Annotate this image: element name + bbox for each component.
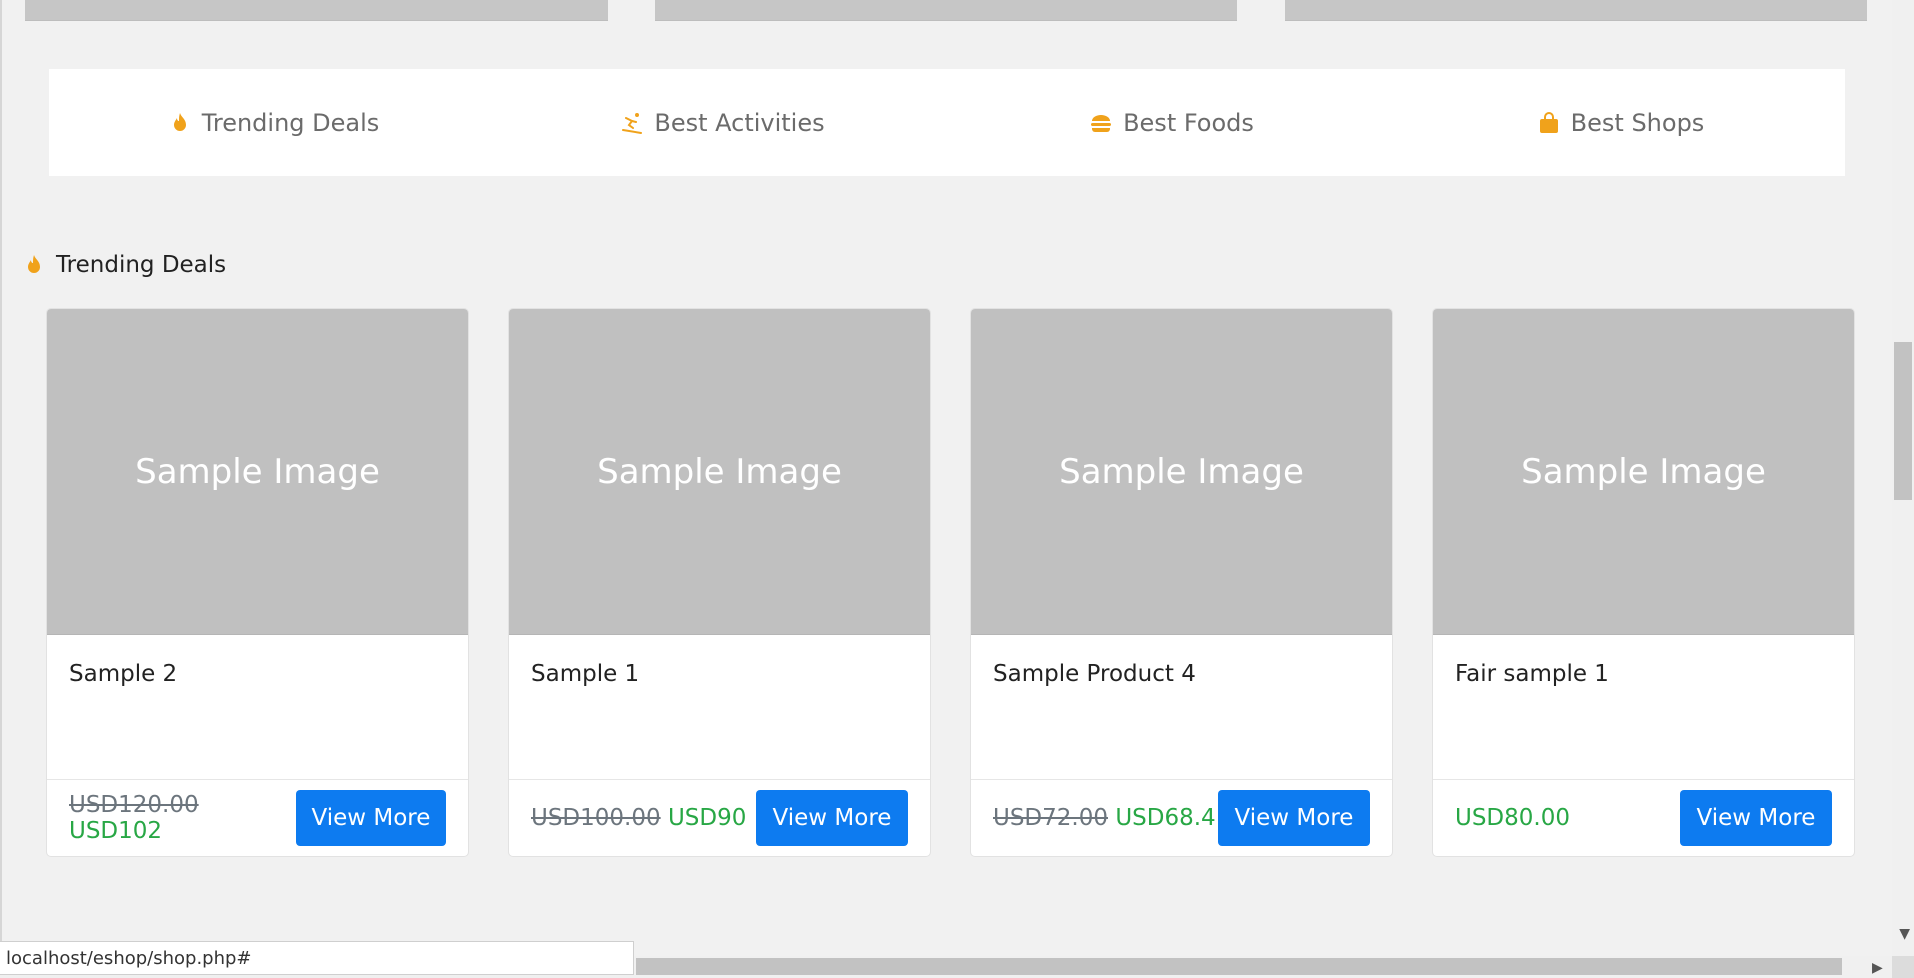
price: USD90 <box>667 805 747 831</box>
burger-icon <box>1091 114 1112 132</box>
view-more-button[interactable]: View More <box>1680 790 1832 846</box>
tab-label: Trending Deals <box>201 108 380 137</box>
product-name: Sample 1 <box>531 661 640 687</box>
product-image-placeholder[interactable]: Sample Image <box>971 309 1392 635</box>
old-price: USD120.00 <box>69 792 199 818</box>
fire-icon <box>173 112 186 131</box>
product-card: Sample Image Fair sample 1 USD80.00 View… <box>1432 308 1855 857</box>
price: USD68.4 <box>1115 805 1216 831</box>
previous-card-bottom <box>1285 0 1867 21</box>
horizontal-scroll-thumb[interactable] <box>636 958 1842 975</box>
view-more-button[interactable]: View More <box>1218 790 1370 846</box>
tab-best-foods[interactable]: Best Foods <box>947 69 1396 176</box>
fire-icon <box>28 255 40 273</box>
vertical-scrollbar[interactable]: ▼ <box>1892 0 1914 958</box>
page-edge <box>0 0 2 978</box>
product-name: Sample Product 4 <box>993 661 1196 687</box>
tab-label: Best Activities <box>654 108 825 137</box>
product-image-placeholder[interactable]: Sample Image <box>1433 309 1854 635</box>
scroll-right-arrow-icon[interactable]: ▶ <box>1872 960 1883 976</box>
tab-label: Best Shops <box>1570 108 1705 137</box>
price: USD80.00 <box>1455 805 1570 831</box>
tab-best-shops[interactable]: Best Shops <box>1396 69 1845 176</box>
tab-label: Best Foods <box>1123 108 1254 137</box>
tab-trending-deals[interactable]: Trending Deals <box>49 69 498 176</box>
status-bar-url: localhost/eshop/shop.php# <box>0 941 634 975</box>
product-image-placeholder[interactable]: Sample Image <box>509 309 930 635</box>
old-price: USD100.00 <box>531 805 661 831</box>
tab-best-activities[interactable]: Best Activities <box>498 69 947 176</box>
product-image-placeholder[interactable]: Sample Image <box>47 309 468 635</box>
product-card: Sample Image Sample Product 4 USD72.00 U… <box>970 308 1393 857</box>
shopping-bag-icon <box>1539 111 1558 133</box>
view-more-button[interactable]: View More <box>756 790 908 846</box>
old-price: USD72.00 <box>993 805 1108 831</box>
price: USD102 <box>69 818 163 844</box>
product-card: Sample Image Sample 2 USD120.00 USD102 V… <box>46 308 469 857</box>
view-more-button[interactable]: View More <box>295 790 446 846</box>
previous-card-bottom <box>25 0 608 21</box>
vertical-scroll-thumb[interactable] <box>1894 342 1912 500</box>
skiing-icon <box>622 112 643 134</box>
previous-card-bottom <box>655 0 1237 21</box>
section-title: Trending Deals <box>56 252 227 278</box>
scroll-down-arrow-icon[interactable]: ▼ <box>1899 926 1910 942</box>
product-name: Fair sample 1 <box>1455 661 1609 687</box>
scrollbar-corner <box>1892 956 1914 978</box>
category-tabs: Trending Deals Best Activities Best Food… <box>49 69 1845 176</box>
section-heading: Trending Deals <box>22 252 226 278</box>
product-grid: Sample Image Sample 2 USD120.00 USD102 V… <box>46 308 1855 857</box>
product-card: Sample Image Sample 1 USD100.00 USD90 Vi… <box>508 308 931 857</box>
product-name: Sample 2 <box>69 661 178 687</box>
